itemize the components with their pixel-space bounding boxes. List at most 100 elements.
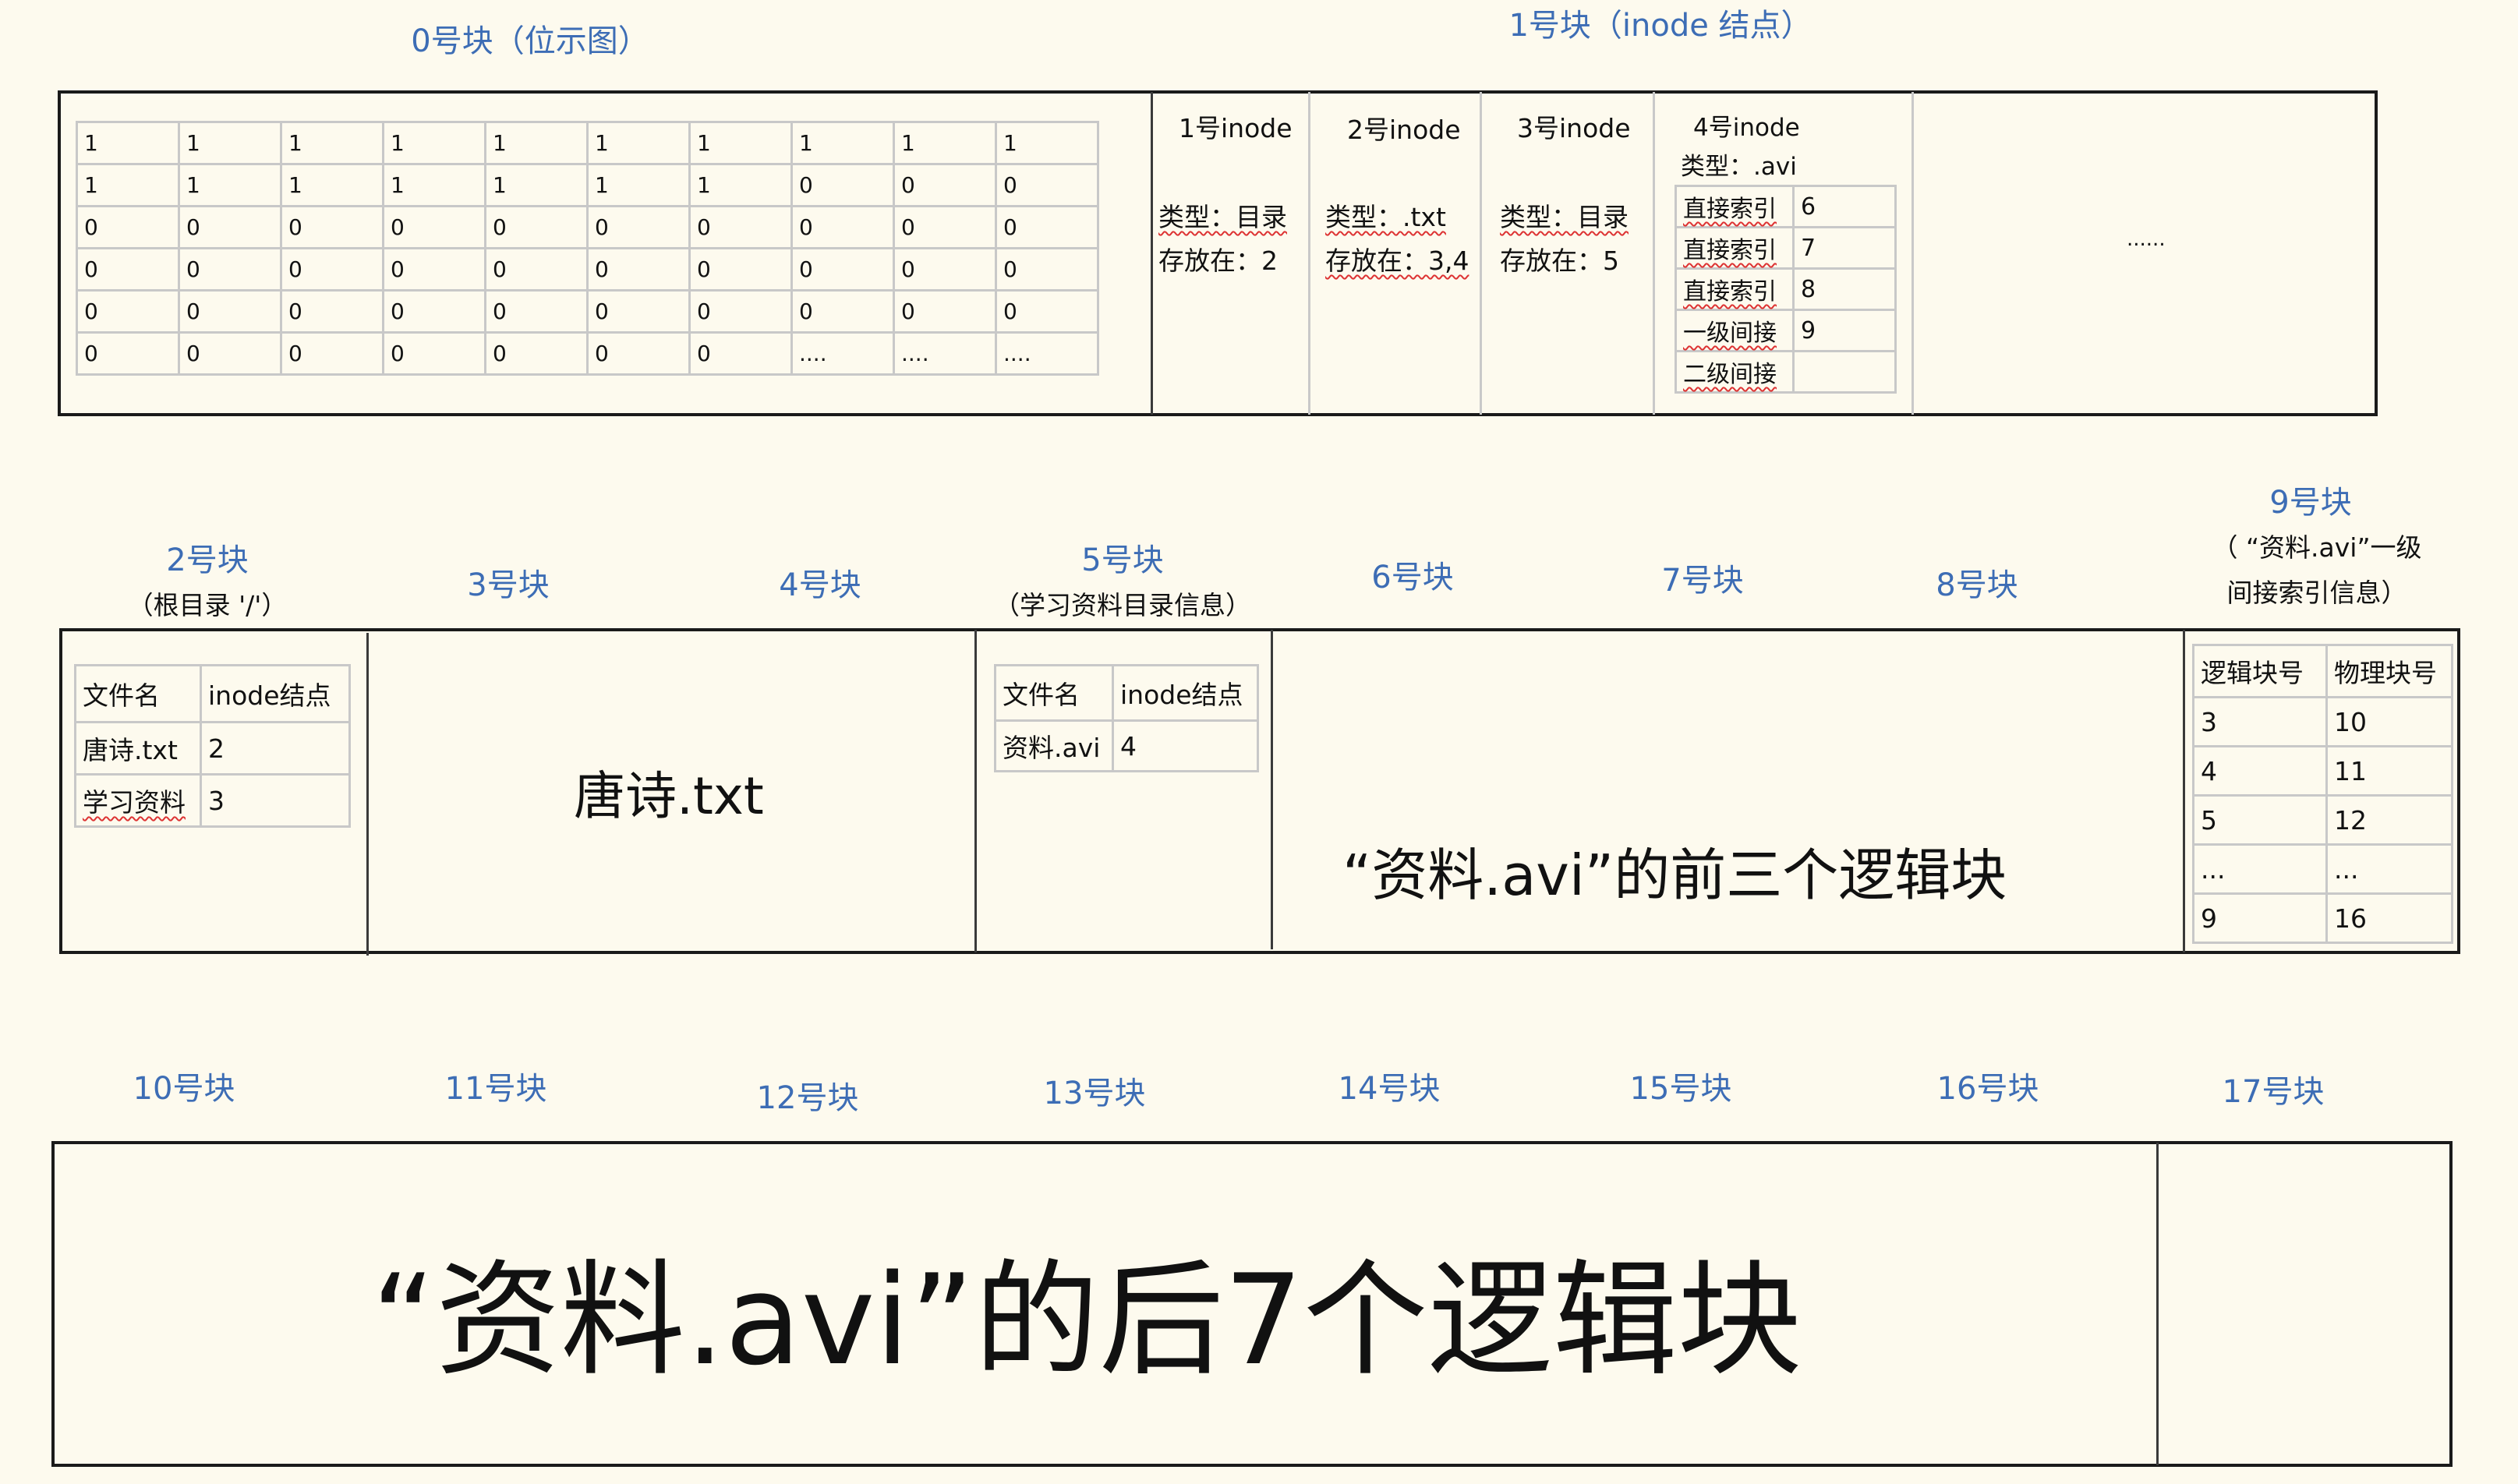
- inode-1-type: 类型：目录: [1158, 196, 1287, 234]
- inode-4-index-kind-text: 直接索引: [1683, 278, 1777, 306]
- inode-4-index-kind-text: 二级间接: [1683, 361, 1777, 388]
- block2-divider: [366, 633, 369, 956]
- bitmap-cell: 0: [790, 289, 895, 334]
- bitmap-cell: 0: [382, 331, 486, 376]
- root-dir-row: 唐诗.txt 2: [74, 721, 351, 776]
- tangshi-content: 唐诗.txt: [574, 766, 764, 826]
- bitmap-cell: 1: [995, 121, 1099, 165]
- indirect-index-cell-value: ...: [2325, 843, 2453, 895]
- root-dir-header-name: 文件名: [74, 664, 202, 723]
- bitmap-cell: 0: [586, 289, 691, 334]
- bitmap-cell: 0: [484, 289, 589, 334]
- bitmap-cell: 0: [76, 289, 180, 334]
- index-header-logical: 逻辑块号: [2192, 644, 2328, 698]
- inode-4-index-block: [1792, 350, 1897, 394]
- study-dir-cell-value: 4: [1112, 719, 1259, 772]
- indirect-index-cell-name: 5: [2192, 794, 2328, 846]
- bitmap-row: 0000000000: [76, 205, 1099, 249]
- inode-1-stored: 存放在：2: [1158, 246, 1278, 276]
- bitmap-cell: 0: [382, 247, 486, 292]
- indirect-index-cell-value: 12: [2325, 794, 2453, 846]
- bottom-block-label: 13号块: [1043, 1076, 1146, 1111]
- bitmap-cell: 0: [178, 331, 282, 376]
- block1-label: 1号块（inode 结点）: [1508, 8, 1812, 44]
- bitmap-cell: 1: [280, 121, 384, 165]
- block5-label: 5号块: [1081, 542, 1164, 578]
- bitmap-cell: 0: [688, 331, 793, 376]
- inode-divider-2: [1480, 92, 1482, 415]
- bitmap-cell: 0: [178, 289, 282, 334]
- block8-label: 8号块: [1936, 567, 2018, 603]
- inode-4-index-block: 9: [1792, 309, 1897, 352]
- bitmap-row: 0000000000: [76, 247, 1099, 292]
- block5-divider: [1271, 630, 1273, 949]
- indirect-index-cell-name: 3: [2192, 696, 2328, 747]
- bitmap-cell: 1: [688, 163, 793, 207]
- inode-2-stored-text: 存放在：3,4: [1325, 246, 1469, 276]
- bitmap-cell: 0: [484, 205, 589, 249]
- bitmap-cell: 1: [586, 121, 691, 165]
- bitmap-cell: ....: [995, 331, 1099, 376]
- inode-4-index-kind-text: 直接索引: [1683, 196, 1777, 223]
- inode-2-type: 类型：.txt: [1325, 196, 1446, 234]
- inode-4-index-kind: 直接索引: [1675, 267, 1795, 311]
- block5-sublabel: （学习资料目录信息）: [994, 590, 1251, 620]
- inode-4-index-block: 6: [1792, 185, 1897, 228]
- bitmap-cell: 0: [382, 205, 486, 249]
- bitmap-cell: 0: [484, 247, 589, 292]
- inode-3-stored: 存放在：5: [1500, 246, 1619, 276]
- bitmap-cell: 0: [280, 247, 384, 292]
- inode-3-type-text: 类型：目录: [1500, 202, 1629, 232]
- inode-1-type-text: 类型：目录: [1158, 202, 1287, 232]
- bitmap-cell: 1: [382, 121, 486, 165]
- inode-4-index-block: 8: [1792, 267, 1897, 311]
- indirect-index-cell-value: 11: [2325, 745, 2453, 797]
- block9-sublabel-2: 间接索引信息）: [2226, 578, 2407, 608]
- bitmap-cell: 0: [688, 247, 793, 292]
- indirect-index-row: 5 12: [2192, 794, 2453, 846]
- block2-label: 2号块: [166, 542, 249, 578]
- indirect-index-cell-value: 16: [2325, 892, 2453, 944]
- indirect-index-table: 逻辑块号 物理块号 3 10 4 11 5 12...... 9 16: [2192, 644, 2453, 944]
- block0-divider: [1151, 92, 1153, 415]
- indirect-index-row: 4 11: [2192, 745, 2453, 797]
- bitmap-cell: 0: [688, 289, 793, 334]
- bitmap-cell: 0: [893, 205, 997, 249]
- bitmap-cell: 0: [178, 247, 282, 292]
- bitmap-cell: 0: [586, 205, 691, 249]
- indirect-index-cell-name: 4: [2192, 745, 2328, 797]
- inode-4-index-row: 二级间接: [1675, 350, 1897, 394]
- bitmap-cell: 0: [893, 163, 997, 207]
- root-dir-cell-value: 3: [200, 773, 351, 828]
- index-header-physical: 物理块号: [2325, 644, 2453, 698]
- bitmap-cell: ....: [893, 331, 997, 376]
- inode-4-index-row: 直接索引 7: [1675, 226, 1897, 270]
- root-dir-cell-value: 2: [200, 721, 351, 776]
- block17-divider: [2156, 1143, 2159, 1465]
- block9-label: 9号块: [2269, 485, 2352, 521]
- bitmap-cell: 1: [280, 163, 384, 207]
- study-dir-header-name: 文件名: [994, 664, 1114, 722]
- middle-blocks-frame: [59, 628, 2460, 954]
- bitmap-cell: 0: [76, 247, 180, 292]
- inode-divider-4: [1911, 92, 1914, 415]
- block2-sublabel: （根目录 '/'）: [127, 590, 288, 620]
- bitmap-table: 1111111111111111100000000000000000000000…: [76, 121, 1099, 376]
- bitmap-cell: 0: [76, 331, 180, 376]
- bitmap-cell: 1: [178, 163, 282, 207]
- study-dir-row: 资料.avi 4: [994, 719, 1259, 772]
- bitmap-cell: 1: [76, 163, 180, 207]
- bitmap-cell: 1: [484, 121, 589, 165]
- study-dir-header-inode: inode结点: [1112, 664, 1259, 722]
- inode-4-index-row: 直接索引 8: [1675, 267, 1897, 311]
- inode-4-index-kind: 直接索引: [1675, 185, 1795, 228]
- inode-2-stored: 存放在：3,4: [1325, 240, 1469, 277]
- inode-4-index-kind: 一级间接: [1675, 309, 1795, 352]
- bottom-block-label: 17号块: [2222, 1074, 2325, 1110]
- block9-sublabel-1: （ “资料.avi”一级: [2212, 532, 2422, 563]
- block6-label: 6号块: [1371, 560, 1454, 595]
- root-dir-table: 文件名 inode结点 唐诗.txt 2 学习资料 3: [74, 664, 351, 828]
- inode-4-type: 类型：.avi: [1681, 153, 1797, 181]
- bottom-block-label: 15号块: [1629, 1071, 1732, 1107]
- bottom-block-label: 11号块: [444, 1071, 547, 1107]
